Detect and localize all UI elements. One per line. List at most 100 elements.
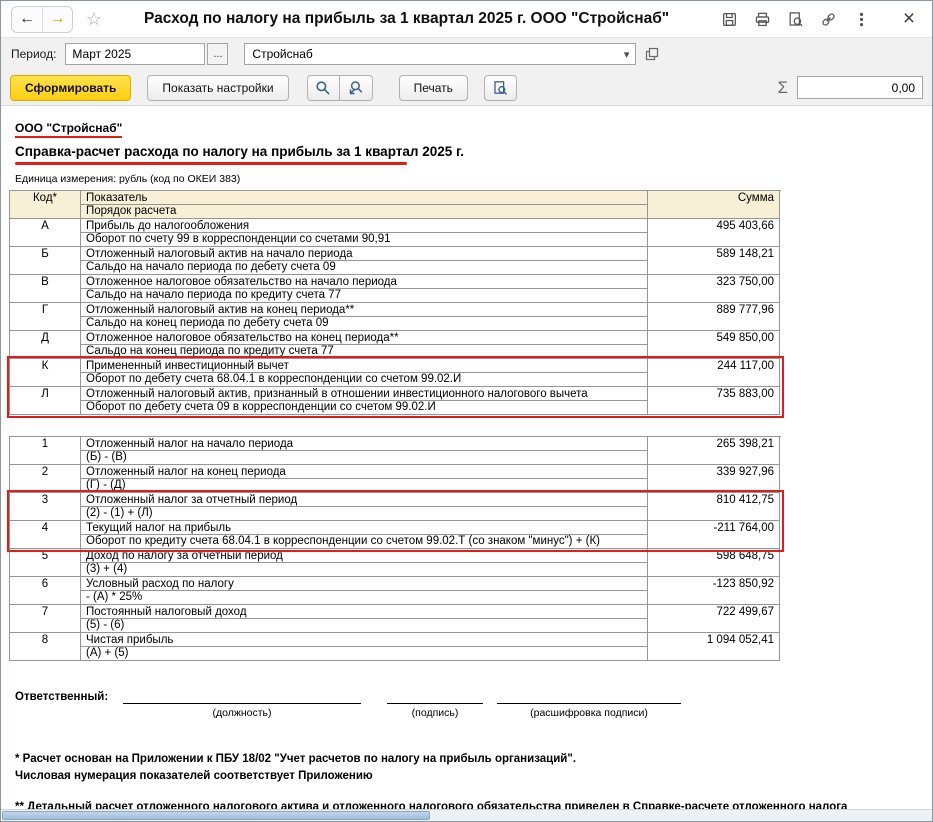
document-magnifier-blue-icon	[492, 80, 508, 96]
header-sum: Сумма	[648, 191, 780, 219]
header-order-label: Порядок расчета	[81, 205, 647, 218]
calculation-order: Сальдо на начало периода по кредиту счет…	[81, 289, 647, 302]
cell-indicator[interactable]: Отложенный налог на конец периода(Г) - (…	[81, 465, 648, 493]
sigma-icon: Σ	[777, 78, 788, 98]
cell-indicator[interactable]: Отложенный налоговый актив, признанный в…	[81, 387, 648, 415]
cell-code[interactable]: 3	[10, 493, 81, 521]
cell-code[interactable]: К	[10, 359, 81, 387]
find-next-button[interactable]	[340, 75, 373, 101]
cell-sum[interactable]: 889 777,96	[648, 303, 780, 331]
cell-indicator[interactable]: Отложенный налог на начало периода(Б) - …	[81, 437, 648, 465]
indicator-name: Условный расход по налогу	[81, 577, 647, 591]
organization-select[interactable]: Стройснаб ▾	[244, 43, 636, 65]
cell-sum[interactable]: 1 094 052,41	[648, 633, 780, 661]
favorites-button[interactable]: ☆	[82, 9, 106, 30]
cell-code[interactable]: 1	[10, 437, 81, 465]
back-button[interactable]: ←	[12, 7, 42, 32]
cell-indicator[interactable]: Отложенный налоговый актив на конец пери…	[81, 303, 648, 331]
cell-sum[interactable]: 244 117,00	[648, 359, 780, 387]
cell-sum[interactable]: 722 499,67	[648, 605, 780, 633]
cell-indicator[interactable]: Примененный инвестиционный вычетОборот п…	[81, 359, 648, 387]
print-button-titlebar[interactable]	[750, 7, 774, 31]
close-button[interactable]: ×	[896, 7, 922, 31]
indicator-name: Отложенный налог на начало периода	[81, 437, 647, 451]
report-title: Справка-расчет расхода по налогу на приб…	[15, 144, 464, 159]
cell-code[interactable]: Г	[10, 303, 81, 331]
cell-sum[interactable]: 339 927,96	[648, 465, 780, 493]
cell-indicator[interactable]: Чистая прибыль(А) + (5)	[81, 633, 648, 661]
cell-indicator[interactable]: Отложенный налог за отчетный период(2) -…	[81, 493, 648, 521]
period-input[interactable]: Март 2025	[65, 43, 205, 65]
cell-sum[interactable]: 265 398,21	[648, 437, 780, 465]
cell-code[interactable]: А	[10, 219, 81, 247]
table-body-numbers: 1Отложенный налог на начало периода(Б) -…	[10, 437, 781, 661]
horizontal-scrollbar[interactable]	[1, 809, 932, 821]
cell-indicator[interactable]: Условный расход по налогу- (А) * 25%	[81, 577, 648, 605]
ellipsis-icon: ...	[213, 48, 222, 60]
save-button[interactable]	[717, 7, 741, 31]
show-settings-label: Показать настройки	[162, 81, 273, 95]
cell-sum[interactable]: 549 850,00	[648, 331, 780, 359]
footnote-1: * Расчет основан на Приложении к ПБУ 18/…	[15, 751, 932, 768]
cell-code[interactable]: Б	[10, 247, 81, 275]
cell-sum[interactable]: -211 764,00	[648, 521, 780, 549]
calculation-order: Сальдо на конец периода по дебету счета …	[81, 317, 647, 330]
cell-sum[interactable]: 735 883,00	[648, 387, 780, 415]
cell-code[interactable]: 7	[10, 605, 81, 633]
table-body-letters: АПрибыль до налогообложенияОборот по сче…	[10, 219, 781, 415]
cell-code[interactable]: В	[10, 275, 81, 303]
calculation-order: Сальдо на конец периода по кредиту счета…	[81, 345, 647, 358]
cell-code[interactable]: Д	[10, 331, 81, 359]
cell-indicator[interactable]: Прибыль до налогообложенияОборот по счет…	[81, 219, 648, 247]
chevron-down-icon[interactable]: ▾	[622, 48, 632, 61]
calculation-order: - (А) * 25%	[81, 591, 647, 604]
cell-code[interactable]: 2	[10, 465, 81, 493]
document-magnifier-icon	[787, 11, 804, 28]
row-group: 1Отложенный налог на начало периода(Б) -…	[10, 437, 781, 493]
cell-sum[interactable]: 810 412,75	[648, 493, 780, 521]
cell-code[interactable]: 5	[10, 549, 81, 577]
find-button[interactable]	[307, 75, 340, 101]
signature-line	[387, 691, 483, 704]
cell-code[interactable]: Л	[10, 387, 81, 415]
window-title: Расход по налогу на прибыль за 1 квартал…	[144, 10, 669, 28]
get-link-button[interactable]	[816, 7, 840, 31]
cell-code[interactable]: 4	[10, 521, 81, 549]
cell-sum[interactable]: 589 148,21	[648, 247, 780, 275]
cell-indicator[interactable]: Отложенный налоговый актив на начало пер…	[81, 247, 648, 275]
magnifier-arrow-icon	[348, 80, 364, 96]
table-row: ДОтложенное налоговое обязательство на к…	[10, 331, 781, 359]
organization-compare-button[interactable]	[641, 43, 663, 65]
show-settings-button[interactable]: Показать настройки	[147, 75, 288, 101]
cell-sum[interactable]: 323 750,00	[648, 275, 780, 303]
responsible-row: Ответственный: (должность) (подпись) (ра…	[15, 691, 932, 719]
period-choose-button[interactable]: ...	[207, 43, 228, 65]
cell-indicator[interactable]: Постоянный налоговый доход(5) - (6)	[81, 605, 648, 633]
print-button[interactable]: Печать	[399, 75, 468, 101]
table-row: 4Текущий налог на прибыльОборот по креди…	[10, 521, 781, 549]
print-preview-button[interactable]	[484, 75, 517, 101]
cell-indicator[interactable]: Текущий налог на прибыльОборот по кредит…	[81, 521, 648, 549]
generate-button[interactable]: Сформировать	[10, 75, 131, 101]
cell-sum[interactable]: -123 850,92	[648, 577, 780, 605]
cell-code[interactable]: 8	[10, 633, 81, 661]
annotation-red-box-group: 3Отложенный налог за отчетный период(2) …	[10, 493, 781, 549]
signature-caption: (должность)	[123, 704, 361, 719]
autosum-field[interactable]: 0,00	[797, 76, 923, 99]
cell-code[interactable]: 6	[10, 577, 81, 605]
preview-button-titlebar[interactable]	[783, 7, 807, 31]
report-sheet: ООО "Стройснаб" Справка-расчет расхода п…	[1, 106, 932, 809]
cell-indicator[interactable]: Отложенное налоговое обязательство на на…	[81, 275, 648, 303]
unit-of-measure: Единица измерения: рубль (код по ОКЕИ 38…	[15, 173, 932, 185]
scrollbar-thumb[interactable]	[2, 811, 430, 820]
cell-indicator[interactable]: Отложенное налоговое обязательство на ко…	[81, 331, 648, 359]
overlapping-squares-icon	[644, 46, 660, 62]
cell-indicator[interactable]: Доход по налогу за отчетный период(3) + …	[81, 549, 648, 577]
row-group: 5Доход по налогу за отчетный период(3) +…	[10, 549, 781, 661]
more-actions-button[interactable]	[849, 7, 873, 31]
signature-group-sign: (подпись)	[387, 691, 483, 719]
table-row: ЛОтложенный налоговый актив, признанный …	[10, 387, 781, 415]
forward-button[interactable]: →	[42, 7, 72, 32]
cell-sum[interactable]: 598 648,75	[648, 549, 780, 577]
cell-sum[interactable]: 495 403,66	[648, 219, 780, 247]
